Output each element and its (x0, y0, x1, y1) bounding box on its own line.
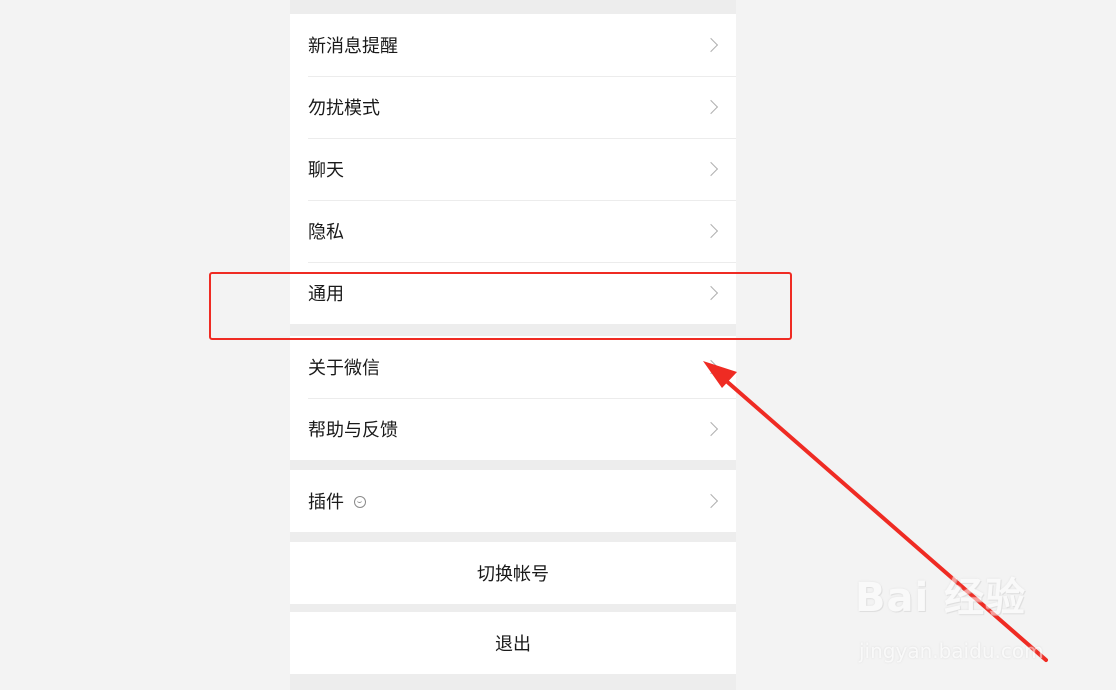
switch-account-label: 切换帐号 (477, 564, 549, 585)
settings-item-plugins[interactable]: 插件 (290, 470, 736, 532)
settings-item-help-feedback[interactable]: 帮助与反馈 (290, 398, 736, 460)
chevron-right-icon (703, 161, 719, 177)
settings-item-chat[interactable]: 聊天 (290, 138, 736, 200)
settings-group-about: 关于微信 帮助与反馈 (290, 336, 736, 460)
chevron-right-icon (703, 223, 719, 239)
plugin-icon (354, 496, 366, 508)
settings-group-plugins: 插件 (290, 470, 736, 532)
chevron-right-icon (703, 37, 719, 53)
settings-group-logout: 退出 (290, 612, 736, 674)
logout-label: 退出 (495, 634, 531, 655)
settings-item-privacy[interactable]: 隐私 (290, 200, 736, 262)
settings-item-label: 新消息提醒 (308, 36, 398, 57)
chevron-right-icon (703, 421, 719, 437)
settings-item-label: 帮助与反馈 (308, 420, 398, 441)
switch-account-button[interactable]: 切换帐号 (290, 542, 736, 604)
baidu-jingyan-watermark: Bai 经验 jingyan.baidu.com (855, 565, 1065, 675)
logout-button[interactable]: 退出 (290, 612, 736, 674)
settings-item-label: 隐私 (308, 222, 344, 243)
settings-item-do-not-disturb[interactable]: 勿扰模式 (290, 76, 736, 138)
highlight-box-annotation (209, 272, 792, 340)
chevron-right-icon (703, 99, 719, 115)
settings-group-switch-account: 切换帐号 (290, 542, 736, 604)
watermark-subtext: jingyan.baidu.com (859, 639, 1044, 663)
settings-item-label: 关于微信 (308, 358, 380, 379)
settings-item-new-message-alert[interactable]: 新消息提醒 (290, 14, 736, 76)
chevron-right-icon (703, 493, 719, 509)
settings-item-label: 聊天 (308, 160, 344, 181)
chevron-right-icon (703, 359, 719, 375)
watermark-text: Bai 经验 (855, 575, 1027, 621)
settings-item-about-wechat[interactable]: 关于微信 (290, 336, 736, 398)
settings-item-label: 勿扰模式 (308, 98, 380, 119)
settings-item-label: 插件 (308, 488, 366, 514)
settings-panel: 新消息提醒 勿扰模式 聊天 隐私 通用 关于微信 帮助与反馈 插件 切换帐号 退… (290, 0, 736, 690)
plugins-label: 插件 (308, 492, 344, 513)
